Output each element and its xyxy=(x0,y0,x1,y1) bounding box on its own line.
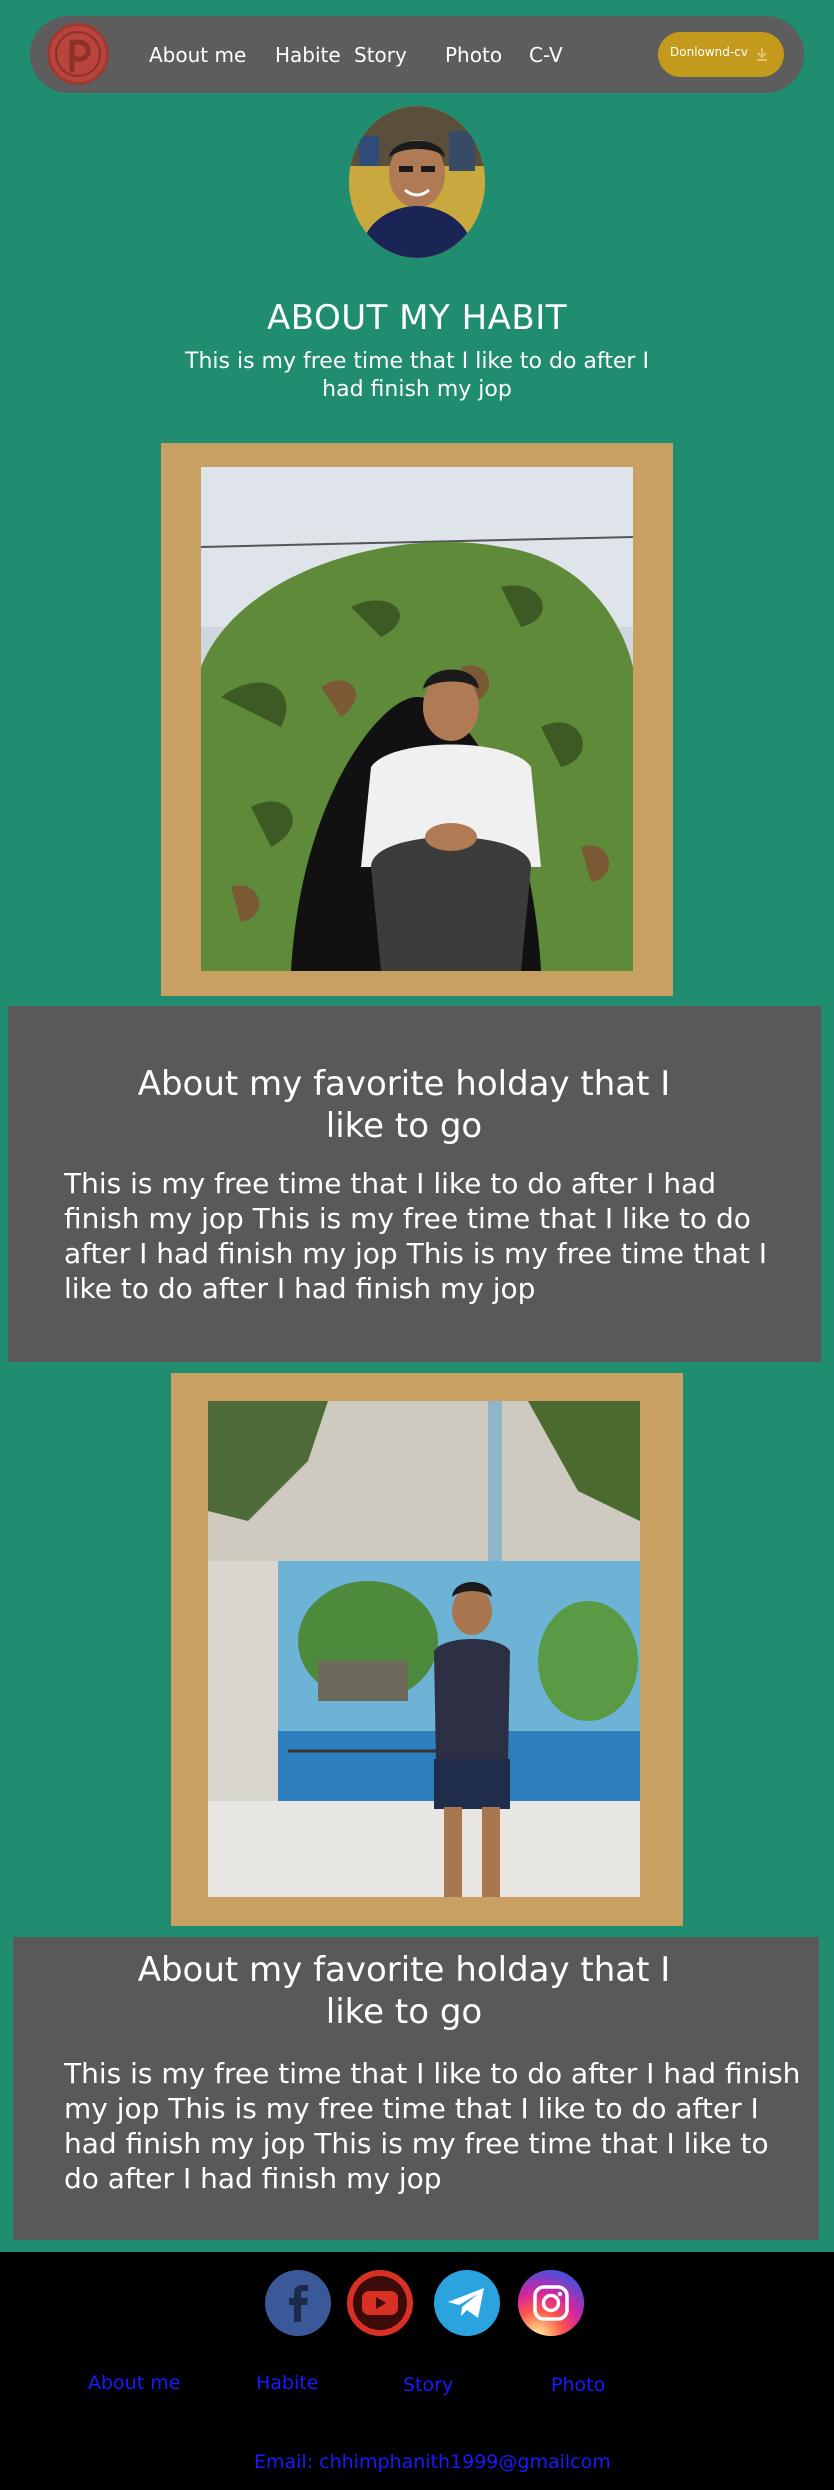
pinterest-logo-icon[interactable] xyxy=(47,23,109,85)
footer-link-habite[interactable]: Habite xyxy=(256,2372,318,2394)
footer-link-story[interactable]: Story xyxy=(403,2374,453,2396)
nav-habite[interactable]: Habite xyxy=(275,43,341,67)
youtube-icon[interactable] xyxy=(347,2270,413,2336)
nav-cv[interactable]: C-V xyxy=(529,43,563,67)
mural-wall-photo xyxy=(208,1401,640,1897)
info-panel-2: About my favorite holday that I like to … xyxy=(13,1937,819,2240)
profile-avatar xyxy=(349,106,485,258)
section-title: About my favorite holday that I like to … xyxy=(137,1950,671,2032)
facebook-icon[interactable] xyxy=(265,2270,331,2336)
footer-link-photo[interactable]: Photo xyxy=(551,2374,605,2396)
download-icon xyxy=(754,46,770,66)
nav-photo[interactable]: Photo xyxy=(445,43,502,67)
photo-frame-1 xyxy=(161,443,673,996)
camping-tent-photo xyxy=(201,467,633,971)
info-panel-1: About my favorite holday that I like to … xyxy=(8,1006,821,1362)
photo-frame-2 xyxy=(171,1373,683,1926)
section-title: About my favorite holday that I like to … xyxy=(137,1064,671,1146)
section-body: This is my free time that I like to do a… xyxy=(64,1167,768,1305)
page-title: ABOUT MY HABIT xyxy=(266,298,568,338)
footer: About me Habite Story Photo Email: chhim… xyxy=(0,2252,834,2490)
download-cv-label: Donlownd-cv xyxy=(670,45,748,59)
navbar: About me Habite Story Photo C-V Donlownd… xyxy=(30,16,804,93)
page-subtitle: This is my free time that I like to do a… xyxy=(185,349,649,402)
telegram-icon[interactable] xyxy=(434,2270,500,2336)
download-cv-button[interactable]: Donlownd-cv xyxy=(658,32,784,77)
instagram-icon[interactable] xyxy=(518,2270,584,2336)
footer-email: Email: chhimphanith1999@gmailcom xyxy=(254,2451,611,2473)
nav-story[interactable]: Story xyxy=(354,43,407,67)
section-body: This is my free time that I like to do a… xyxy=(64,2057,801,2195)
footer-link-about-me[interactable]: About me xyxy=(88,2372,180,2394)
nav-about-me[interactable]: About me xyxy=(149,43,246,67)
